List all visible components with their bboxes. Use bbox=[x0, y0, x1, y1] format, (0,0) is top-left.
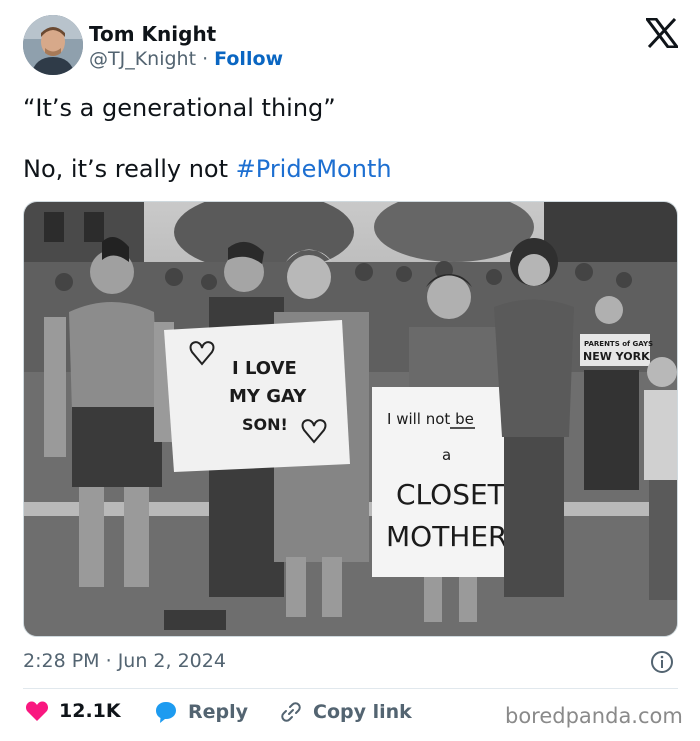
avatar-photo bbox=[23, 15, 83, 75]
tweet-text: No, it’s really not bbox=[23, 155, 236, 183]
parents-sign-line-2: NEW YORK bbox=[583, 350, 650, 363]
parents-sign-line-1: PARENTS of GAYS bbox=[584, 340, 653, 348]
tweet-text-line-2: No, it’s really not #PrideMonth bbox=[23, 155, 392, 183]
closet-sign-line-4: MOTHER bbox=[386, 520, 508, 553]
sign-i-love-my-gay-son: I LOVE MY GAY SON! bbox=[164, 320, 350, 472]
closet-sign-line-3: CLOSET bbox=[396, 478, 506, 511]
tweet-timestamp[interactable]: 2:28 PM · Jun 2, 2024 bbox=[23, 650, 226, 672]
divider bbox=[23, 688, 678, 689]
tweet-text-line-1: “It’s a generational thing” bbox=[23, 94, 336, 122]
hashtag-link[interactable]: #PrideMonth bbox=[236, 155, 392, 183]
info-icon[interactable] bbox=[650, 650, 674, 674]
sign-parents-of-gays: PARENTS of GAYS NEW YORK bbox=[580, 334, 653, 366]
handle-row: @TJ_Knight · Follow bbox=[89, 48, 283, 70]
love-sign-line-2: MY GAY bbox=[229, 386, 307, 407]
tweet-date: Jun 2, 2024 bbox=[117, 650, 226, 672]
avatar[interactable] bbox=[23, 15, 83, 75]
reply-label: Reply bbox=[188, 701, 249, 723]
heart-icon bbox=[25, 701, 49, 721]
handle-separator: · bbox=[196, 48, 215, 70]
tweet-card: Tom Knight @TJ_Knight · Follow “It’s a g… bbox=[0, 0, 700, 741]
closet-sign-line-1: I will not be bbox=[387, 410, 474, 428]
watermark: boredpanda.com bbox=[505, 704, 683, 728]
display-name[interactable]: Tom Knight bbox=[89, 22, 216, 46]
reply-button[interactable]: Reply bbox=[154, 700, 248, 724]
sign-closet-mother: I will not be a CLOSET MOTHER bbox=[372, 387, 522, 577]
copy-link-label: Copy link bbox=[313, 701, 412, 723]
love-sign-line-3: SON! bbox=[242, 415, 288, 434]
tweet-time: 2:28 PM bbox=[23, 650, 100, 672]
like-count: 12.1K bbox=[59, 700, 121, 722]
tweet-photo[interactable]: I LOVE MY GAY SON! I will not be a CLOSE… bbox=[23, 201, 678, 637]
copy-link-button[interactable]: Copy link bbox=[279, 700, 412, 724]
follow-button[interactable]: Follow bbox=[214, 48, 283, 70]
link-icon bbox=[281, 702, 301, 722]
pride-march-photo: I LOVE MY GAY SON! I will not be a CLOSE… bbox=[24, 202, 677, 636]
user-handle[interactable]: @TJ_Knight bbox=[89, 48, 196, 70]
like-button[interactable]: 12.1K bbox=[25, 700, 121, 722]
closet-sign-line-2: a bbox=[442, 446, 451, 464]
love-sign-line-1: I LOVE bbox=[232, 358, 297, 379]
x-logo-icon[interactable] bbox=[646, 18, 678, 48]
meta-separator: · bbox=[99, 650, 118, 672]
reply-bubble-icon bbox=[156, 702, 176, 723]
